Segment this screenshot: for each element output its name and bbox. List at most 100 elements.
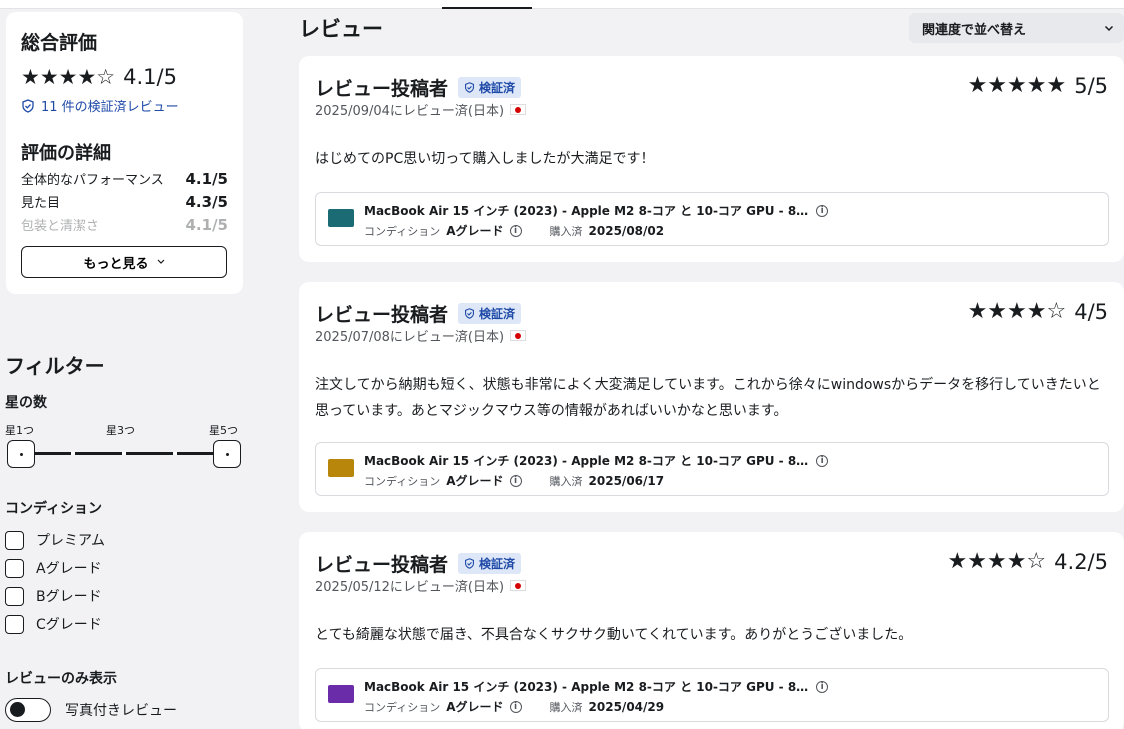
review-date-text: 2025/05/12にレビュー済(日本) xyxy=(315,580,505,595)
verified-badge: 検証済 xyxy=(458,303,522,324)
condition-value: Aグレード xyxy=(446,474,504,488)
show-more-button[interactable]: もっと見る xyxy=(21,246,227,278)
detail-value: 4.3/5 xyxy=(185,192,229,211)
condition-label: コンディション xyxy=(364,700,441,714)
review-card: レビュー投稿者 検証済 2025/09/04にレビュー済(日本) ★★★★★ 5… xyxy=(299,56,1124,262)
star-range-slider[interactable] xyxy=(5,438,245,468)
condition-value: Aグレード xyxy=(446,224,504,238)
reviewed-product[interactable]: MacBook Air 15 インチ (2023) - Apple M2 8-コ… xyxy=(315,668,1109,722)
verified-badge: 検証済 xyxy=(458,553,522,574)
shield-check-icon xyxy=(465,558,474,569)
verified-badge-label: 検証済 xyxy=(479,81,516,95)
stars-filter-title: 星の数 xyxy=(5,395,47,411)
review-date: 2025/07/08にレビュー済(日本) xyxy=(315,326,527,345)
condition-checkbox-a-grade[interactable]: Aグレード xyxy=(5,554,245,582)
range-label-max: 星5つ xyxy=(209,424,238,437)
review-score: 4/5 xyxy=(1074,300,1108,324)
product-name: MacBook Air 15 インチ (2023) - Apple M2 8-コ… xyxy=(364,454,809,468)
verified-badge-label: 検証済 xyxy=(479,557,516,571)
product-thumbnail xyxy=(328,459,354,477)
condition-checkbox-c-grade[interactable]: Cグレード xyxy=(5,610,245,638)
overall-score: 4.1/5 xyxy=(123,65,177,89)
info-icon[interactable]: i xyxy=(509,700,522,713)
show-more-label: もっと見る xyxy=(83,256,149,272)
detail-label: 包装と清潔さ xyxy=(21,219,100,234)
checkbox-label: プレミアム xyxy=(36,533,106,549)
detail-label: 見た目 xyxy=(21,196,61,211)
review-author: レビュー投稿者 検証済 xyxy=(315,74,522,101)
japan-flag-icon xyxy=(510,330,527,341)
review-text: とても綺麗な状態で届き、不具合なくサクサク動いてくれています。ありがとうございま… xyxy=(315,627,913,643)
verified-count[interactable]: 11 件の検証済レビュー xyxy=(21,96,228,115)
slider-tick xyxy=(122,452,126,455)
reviews-only-title: レビューのみ表示 xyxy=(5,671,117,687)
slider-handle-min[interactable] xyxy=(7,440,35,468)
reviewed-product[interactable]: MacBook Air 15 インチ (2023) - Apple M2 8-コ… xyxy=(315,442,1109,496)
detail-row: 全体的なパフォーマンス 4.1/5 xyxy=(21,167,228,190)
detail-value: 4.1/5 xyxy=(185,169,229,188)
slider-track xyxy=(21,452,219,455)
author-name: レビュー投稿者 xyxy=(315,554,449,576)
detail-label: 全体的なパフォーマンス xyxy=(21,173,164,188)
condition-label: コンディション xyxy=(364,474,441,488)
review-author: レビュー投稿者 検証済 xyxy=(315,550,522,577)
photo-reviews-label: 写真付きレビュー xyxy=(65,703,177,719)
condition-label: コンディション xyxy=(364,224,441,238)
japan-flag-icon xyxy=(510,104,527,115)
sort-dropdown-label: 関連度で並べ替え xyxy=(922,22,1027,38)
overall-stars: ★★★★☆ xyxy=(21,64,116,89)
range-label-min: 星1つ xyxy=(5,424,34,437)
condition-checkbox-premium[interactable]: プレミアム xyxy=(5,526,245,554)
review-date: 2025/05/12にレビュー済(日本) xyxy=(315,576,527,595)
summary-title: 総合評価 xyxy=(21,32,98,54)
product-name-row: MacBook Air 15 インチ (2023) - Apple M2 8-コ… xyxy=(364,452,829,469)
rating-summary-card: 総合評価 ★★★★☆ 4.1/5 11 件の検証済レビュー 評価の詳細 全体的な… xyxy=(6,12,243,294)
details-title: 評価の詳細 xyxy=(21,143,111,164)
shield-check-icon xyxy=(465,82,474,93)
review-date-text: 2025/09/04にレビュー済(日本) xyxy=(315,104,505,119)
review-date-text: 2025/07/08にレビュー済(日本) xyxy=(315,330,505,345)
reviewed-product[interactable]: MacBook Air 15 インチ (2023) - Apple M2 8-コ… xyxy=(315,192,1109,246)
checkbox[interactable] xyxy=(5,586,24,606)
shield-check-icon xyxy=(465,308,474,319)
review-text: 注文してから納期も短く、状態も非常によく大変満足しています。これから徐々にwin… xyxy=(315,377,1101,419)
japan-flag-icon xyxy=(510,580,527,591)
product-thumbnail xyxy=(328,209,354,227)
condition-checkbox-b-grade[interactable]: Bグレード xyxy=(5,582,245,610)
product-meta: コンディション Aグレード i 購入済 2025/08/02 xyxy=(364,222,664,239)
purchased-label: 購入済 xyxy=(549,474,583,488)
verified-badge: 検証済 xyxy=(458,77,522,98)
verified-count-label: 11 件の検証済レビュー xyxy=(41,100,179,115)
photo-reviews-toggle[interactable] xyxy=(5,698,51,722)
info-icon[interactable]: i xyxy=(816,204,829,217)
checkbox-label: Aグレード xyxy=(36,561,102,577)
shield-check-icon xyxy=(22,98,34,113)
checkbox[interactable] xyxy=(5,558,24,578)
sort-dropdown[interactable]: 関連度で並べ替え xyxy=(909,13,1124,43)
info-icon[interactable]: i xyxy=(509,224,522,237)
reviews-title: レビュー xyxy=(299,17,383,41)
info-icon[interactable]: i xyxy=(509,474,522,487)
review-rating: ★★★★☆ 4/5 xyxy=(968,300,1108,324)
product-meta: コンディション Aグレード i 購入済 2025/06/17 xyxy=(364,472,664,489)
chevron-down-icon xyxy=(157,259,164,264)
purchased-date: 2025/08/02 xyxy=(588,223,665,238)
photo-reviews-toggle-row[interactable]: 写真付きレビュー xyxy=(5,698,245,722)
slider-handle-max[interactable] xyxy=(213,440,241,468)
info-icon[interactable]: i xyxy=(816,680,829,693)
filters-title: フィルター xyxy=(5,354,105,378)
checkbox[interactable] xyxy=(5,530,24,550)
checkbox-label: Bグレード xyxy=(36,589,102,605)
detail-value: 4.1/5 xyxy=(185,215,229,234)
author-name: レビュー投稿者 xyxy=(315,78,449,100)
chevron-down-icon xyxy=(1104,25,1114,31)
info-icon[interactable]: i xyxy=(816,454,829,467)
review-text: はじめてのPC思い切って購入しましたが大満足です！ xyxy=(315,151,655,167)
product-name-row: MacBook Air 15 インチ (2023) - Apple M2 8-コ… xyxy=(364,678,829,695)
verified-badge-label: 検証済 xyxy=(479,307,516,321)
review-score: 4.2/5 xyxy=(1054,550,1108,574)
range-label-mid: 星3つ xyxy=(106,424,135,437)
checkbox[interactable] xyxy=(5,614,24,634)
purchased-label: 購入済 xyxy=(549,224,583,238)
top-tab-bar xyxy=(0,0,1124,9)
